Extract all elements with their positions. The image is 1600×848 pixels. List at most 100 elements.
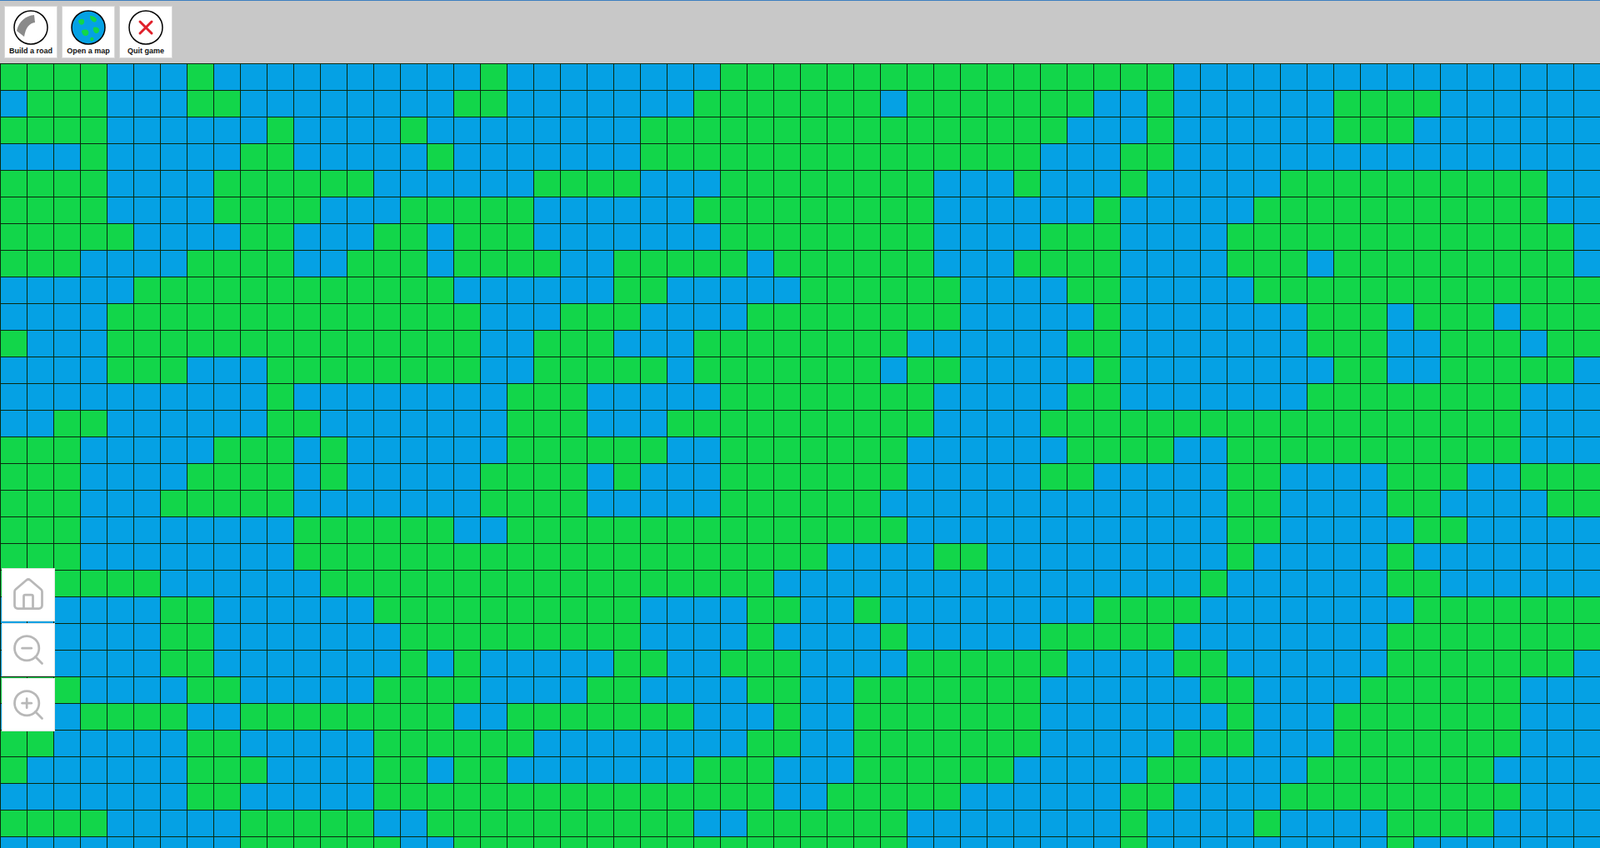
water-tile[interactable] — [106, 90, 187, 117]
water-tile[interactable] — [1386, 303, 1414, 330]
water-tile[interactable] — [1040, 703, 1227, 730]
water-tile[interactable] — [1520, 730, 1600, 757]
water-tile[interactable] — [666, 276, 800, 304]
water-tile[interactable] — [640, 170, 720, 197]
water-tile[interactable] — [106, 63, 187, 90]
water-tile[interactable] — [1413, 836, 1600, 848]
water-tile[interactable] — [106, 143, 240, 170]
water-tile[interactable] — [880, 90, 907, 117]
water-tile[interactable] — [1253, 543, 1387, 570]
water-tile[interactable] — [1280, 516, 1414, 544]
water-tile[interactable] — [0, 143, 80, 170]
water-tile[interactable] — [1493, 303, 1520, 330]
water-tile[interactable] — [1520, 676, 1600, 704]
water-tile[interactable] — [426, 250, 454, 277]
water-tile[interactable] — [1520, 330, 1547, 357]
water-tile[interactable] — [506, 90, 694, 117]
water-tile[interactable] — [1093, 463, 1227, 490]
water-tile[interactable] — [320, 410, 507, 437]
water-tile[interactable] — [1066, 116, 1147, 144]
water-tile[interactable] — [1413, 116, 1600, 144]
water-tile[interactable] — [933, 170, 1014, 197]
water-tile[interactable] — [293, 490, 480, 517]
land[interactable] — [0, 63, 1600, 848]
water-tile[interactable] — [240, 676, 374, 704]
water-tile[interactable] — [1520, 436, 1600, 464]
water-tile[interactable] — [1520, 383, 1600, 410]
water-tile[interactable] — [1413, 543, 1600, 570]
water-tile[interactable] — [53, 730, 187, 757]
water-tile[interactable] — [933, 250, 1014, 277]
water-tile[interactable] — [1520, 410, 1600, 437]
water-tile[interactable] — [213, 650, 400, 677]
water-tile[interactable] — [986, 543, 1227, 570]
water-tile[interactable] — [666, 356, 694, 384]
home-button[interactable] — [1, 568, 55, 622]
water-tile[interactable] — [586, 383, 720, 410]
tile-map[interactable] — [0, 63, 1600, 848]
water-tile[interactable] — [480, 303, 560, 330]
water-tile[interactable] — [0, 90, 27, 117]
water-tile[interactable] — [1013, 756, 1147, 784]
water-tile[interactable] — [880, 490, 1227, 517]
water-tile[interactable] — [240, 730, 374, 757]
water-tile[interactable] — [586, 410, 667, 437]
water-tile[interactable] — [1306, 250, 1334, 277]
water-tile[interactable] — [1146, 836, 1387, 848]
water-tile[interactable] — [1120, 383, 1307, 410]
water-tile[interactable] — [293, 143, 427, 170]
zoom-out-button[interactable] — [1, 623, 55, 677]
water-tile[interactable] — [1573, 223, 1600, 250]
water-tile[interactable] — [293, 223, 374, 250]
water-tile[interactable] — [1520, 783, 1600, 810]
map-button[interactable]: Open a map — [61, 5, 115, 59]
water-tile[interactable] — [293, 436, 320, 464]
water-tile[interactable] — [480, 650, 614, 677]
map-area[interactable] — [0, 63, 1600, 848]
water-tile[interactable] — [1253, 703, 1334, 730]
water-tile[interactable] — [426, 650, 454, 677]
water-tile[interactable] — [1040, 143, 1120, 170]
water-tile[interactable] — [426, 223, 454, 250]
water-tile[interactable] — [1466, 516, 1600, 544]
water-tile[interactable] — [80, 436, 214, 464]
water-tile[interactable] — [1573, 650, 1600, 677]
water-tile[interactable] — [1120, 303, 1307, 330]
water-tile[interactable] — [0, 836, 240, 848]
water-tile[interactable] — [293, 463, 320, 490]
water-tile[interactable] — [1040, 170, 1120, 197]
water-tile[interactable] — [960, 303, 1094, 330]
water-tile[interactable] — [693, 703, 774, 730]
water-tile[interactable] — [773, 756, 854, 784]
water-tile[interactable] — [26, 330, 107, 357]
water-tile[interactable] — [613, 330, 694, 357]
water-tile[interactable] — [213, 623, 400, 650]
quit-button[interactable]: Quit game — [119, 5, 173, 59]
water-tile[interactable] — [346, 463, 480, 490]
water-tile[interactable] — [933, 383, 1067, 410]
water-tile[interactable] — [1253, 730, 1334, 757]
water-tile[interactable] — [586, 463, 614, 490]
water-tile[interactable] — [1120, 196, 1254, 224]
water-tile[interactable] — [1120, 330, 1307, 357]
water-tile[interactable] — [240, 783, 374, 810]
water-tile[interactable] — [746, 250, 774, 277]
water-tile[interactable] — [880, 356, 907, 384]
water-tile[interactable] — [640, 463, 720, 490]
water-tile[interactable] — [320, 196, 400, 224]
water-tile[interactable] — [0, 783, 187, 810]
water-tile[interactable] — [1146, 170, 1280, 197]
water-tile[interactable] — [506, 756, 694, 784]
water-tile[interactable] — [906, 463, 1040, 490]
zoom-in-button[interactable] — [1, 678, 55, 732]
water-tile[interactable] — [426, 756, 454, 784]
water-tile[interactable] — [960, 356, 1094, 384]
water-tile[interactable] — [1040, 730, 1174, 757]
water-tile[interactable] — [1520, 703, 1600, 730]
water-tile[interactable] — [586, 490, 720, 517]
water-tile[interactable] — [186, 356, 267, 384]
water-tile[interactable] — [80, 490, 160, 517]
water-tile[interactable] — [1120, 276, 1254, 304]
water-tile[interactable] — [1573, 250, 1600, 277]
water-tile[interactable] — [0, 276, 134, 304]
